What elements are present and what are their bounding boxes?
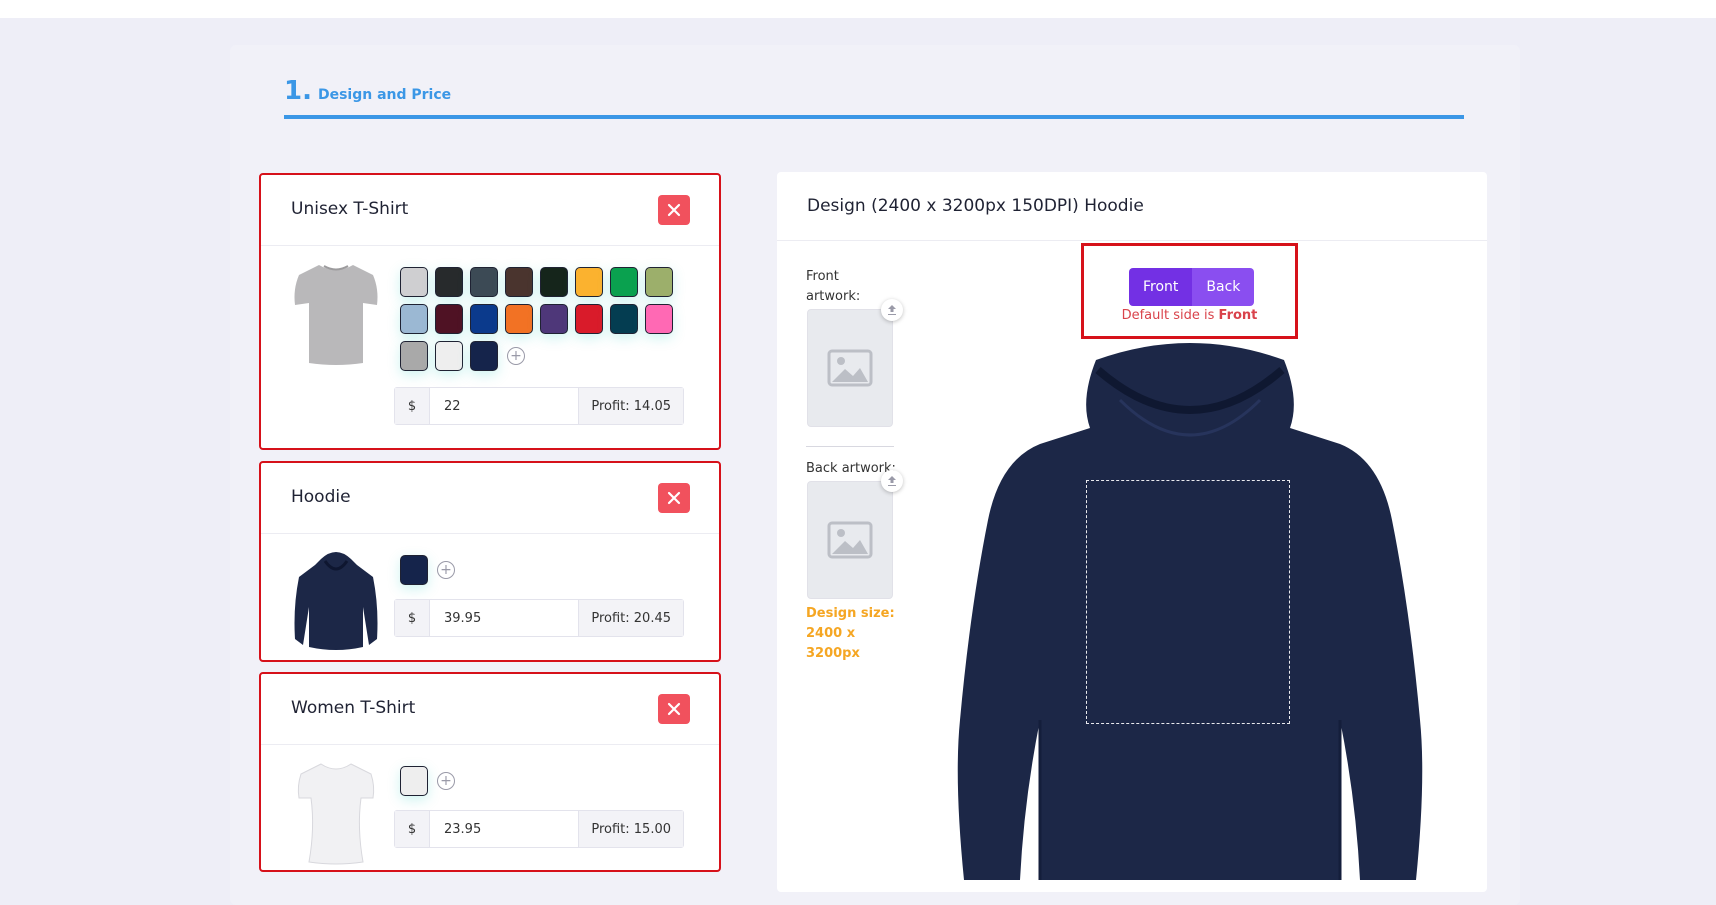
color-swatch[interactable] bbox=[505, 267, 533, 297]
price-group: $ Profit: 14.05 bbox=[394, 387, 684, 425]
step-header: 1. Design and Price bbox=[284, 76, 451, 106]
image-placeholder-icon bbox=[827, 521, 873, 559]
price-group: $ Profit: 15.00 bbox=[394, 810, 684, 848]
color-swatches: + bbox=[400, 766, 690, 803]
color-swatch[interactable] bbox=[400, 304, 428, 334]
design-title: Design (2400 x 3200px 150DPI) Hoodie bbox=[807, 196, 1144, 216]
step-underline bbox=[284, 115, 1464, 119]
upload-front-icon[interactable] bbox=[881, 299, 903, 321]
hoodie-navy-icon bbox=[294, 552, 378, 650]
currency-symbol: $ bbox=[395, 600, 430, 636]
color-swatch[interactable] bbox=[540, 304, 568, 334]
step-title: Design and Price bbox=[317, 87, 452, 103]
upload-back-icon[interactable] bbox=[881, 470, 903, 492]
color-swatch[interactable] bbox=[645, 304, 673, 334]
color-swatch[interactable] bbox=[435, 304, 463, 334]
default-side-value: Front bbox=[1218, 308, 1258, 323]
currency-symbol: $ bbox=[395, 811, 430, 847]
remove-product-button[interactable] bbox=[658, 694, 690, 724]
color-swatch[interactable] bbox=[400, 555, 428, 585]
color-swatch[interactable] bbox=[505, 304, 533, 334]
remove-product-button[interactable] bbox=[658, 483, 690, 513]
product-card-hoodie: Hoodie + $ Profit: 20.45 bbox=[259, 461, 721, 662]
side-toggle: Front Back bbox=[1129, 268, 1255, 306]
color-swatch[interactable] bbox=[400, 341, 428, 371]
price-input[interactable] bbox=[430, 811, 579, 847]
color-swatch[interactable] bbox=[470, 341, 498, 371]
print-area-guide bbox=[1086, 480, 1290, 724]
price-group: $ Profit: 20.45 bbox=[394, 599, 684, 637]
profit-label: Profit: 15.00 bbox=[578, 811, 683, 847]
color-swatch[interactable] bbox=[435, 267, 463, 297]
profit-label: Profit: 14.05 bbox=[578, 388, 683, 424]
top-bar bbox=[0, 0, 1716, 18]
color-swatch[interactable] bbox=[540, 267, 568, 297]
color-swatch[interactable] bbox=[400, 766, 428, 796]
back-artwork-dropzone[interactable] bbox=[807, 481, 893, 599]
close-icon bbox=[667, 702, 681, 716]
tshirt-white-icon bbox=[297, 763, 375, 865]
remove-product-button[interactable] bbox=[658, 195, 690, 225]
default-side-note: Default side is Front bbox=[1081, 308, 1298, 323]
add-color-icon[interactable]: + bbox=[507, 347, 525, 365]
currency-symbol: $ bbox=[395, 388, 430, 424]
color-swatch[interactable] bbox=[575, 267, 603, 297]
color-swatches: + bbox=[400, 555, 690, 592]
price-input[interactable] bbox=[430, 388, 579, 424]
color-swatches: + bbox=[400, 267, 690, 378]
back-side-button[interactable]: Back bbox=[1192, 268, 1255, 306]
design-size-note: Design size: 2400 x 3200px bbox=[806, 606, 895, 661]
add-color-icon[interactable]: + bbox=[437, 561, 455, 579]
product-name: Unisex T-Shirt bbox=[291, 199, 409, 219]
front-artwork-label: Front artwork: bbox=[806, 269, 861, 304]
image-placeholder-icon bbox=[827, 349, 873, 387]
front-side-button[interactable]: Front bbox=[1129, 268, 1193, 306]
color-swatch[interactable] bbox=[610, 304, 638, 334]
product-card-women-tshirt: Women T-Shirt + $ Profit: 15.00 bbox=[259, 672, 721, 872]
product-name: Hoodie bbox=[291, 487, 351, 507]
color-swatch[interactable] bbox=[645, 267, 673, 297]
profit-label: Profit: 20.45 bbox=[578, 600, 683, 636]
close-icon bbox=[667, 203, 681, 217]
color-swatch[interactable] bbox=[470, 304, 498, 334]
add-color-icon[interactable]: + bbox=[437, 772, 455, 790]
step-number: 1. bbox=[284, 76, 312, 106]
color-swatch[interactable] bbox=[575, 304, 603, 334]
close-icon bbox=[667, 491, 681, 505]
product-card-unisex-tshirt: Unisex T-Shirt + $ Profit: 14.05 bbox=[259, 173, 721, 450]
front-artwork-dropzone[interactable] bbox=[807, 309, 893, 427]
default-side-prefix: Default side is bbox=[1121, 308, 1215, 323]
tshirt-gray-icon bbox=[294, 265, 378, 365]
color-swatch[interactable] bbox=[610, 267, 638, 297]
color-swatch[interactable] bbox=[400, 267, 428, 297]
product-name: Women T-Shirt bbox=[291, 698, 416, 718]
price-input[interactable] bbox=[430, 600, 579, 636]
color-swatch[interactable] bbox=[470, 267, 498, 297]
color-swatch[interactable] bbox=[435, 341, 463, 371]
artwork-divider bbox=[806, 446, 894, 447]
